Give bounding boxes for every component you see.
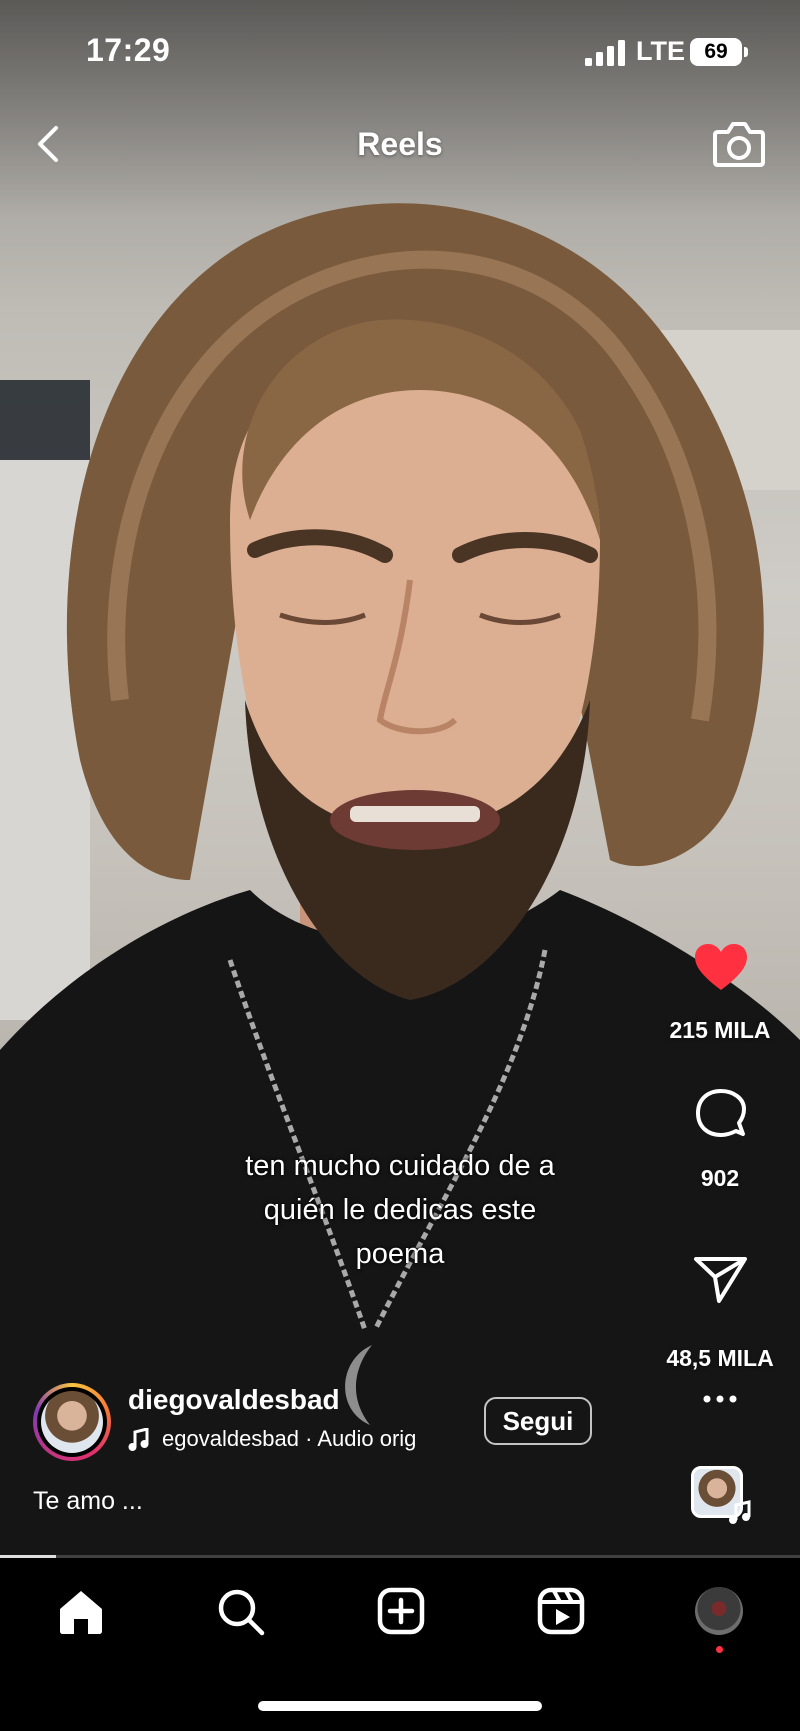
reel-video[interactable]: [0, 0, 800, 1555]
network-label: LTE: [636, 36, 685, 66]
status-time: 17:29: [86, 32, 171, 68]
music-note-icon: [729, 1500, 751, 1524]
music-note-icon: [128, 1428, 149, 1451]
reel-screen: 17:29 LTE 69 Reels 215 MILA 902 48,5 MIL…: [0, 0, 800, 1731]
video-frame-illustration: [0, 203, 800, 1555]
author-avatar[interactable]: [33, 1383, 111, 1461]
like-heart-icon[interactable]: [693, 942, 749, 992]
avatar: [41, 1391, 103, 1453]
reels-icon[interactable]: [537, 1587, 585, 1635]
audio-track-label[interactable]: egovaldesbad · Audio orig: [162, 1426, 458, 1452]
create-icon[interactable]: [377, 1587, 425, 1635]
overlay-line: poema: [355, 1238, 445, 1270]
profile-avatar[interactable]: [695, 1587, 743, 1635]
author-username[interactable]: diegovaldesbad: [128, 1384, 340, 1416]
reel-caption[interactable]: Te amo ...: [33, 1487, 143, 1516]
camera-icon[interactable]: [712, 118, 766, 170]
comment-count: 902: [700, 1165, 740, 1191]
share-send-icon[interactable]: [693, 1255, 749, 1305]
signal-icon: [585, 40, 625, 66]
home-indicator: [258, 1701, 542, 1711]
overlay-line: ten mucho cuidado de a: [245, 1150, 555, 1182]
comment-icon[interactable]: [693, 1088, 749, 1144]
video-overlay-text: ten mucho cuidado de a quién le dedicas …: [190, 1144, 610, 1276]
home-icon[interactable]: [57, 1589, 105, 1635]
overlay-line: quién le dedicas este: [263, 1194, 537, 1226]
page-title: Reels: [357, 126, 443, 162]
share-count: 48,5 MILA: [666, 1345, 774, 1371]
notification-dot: [716, 1646, 723, 1653]
battery-icon: 69: [690, 38, 742, 66]
like-count: 215 MILA: [669, 1017, 771, 1043]
follow-button[interactable]: Segui: [484, 1397, 592, 1445]
search-icon[interactable]: [216, 1587, 266, 1637]
more-options-icon[interactable]: [703, 1394, 737, 1404]
battery-tip: [744, 47, 748, 57]
